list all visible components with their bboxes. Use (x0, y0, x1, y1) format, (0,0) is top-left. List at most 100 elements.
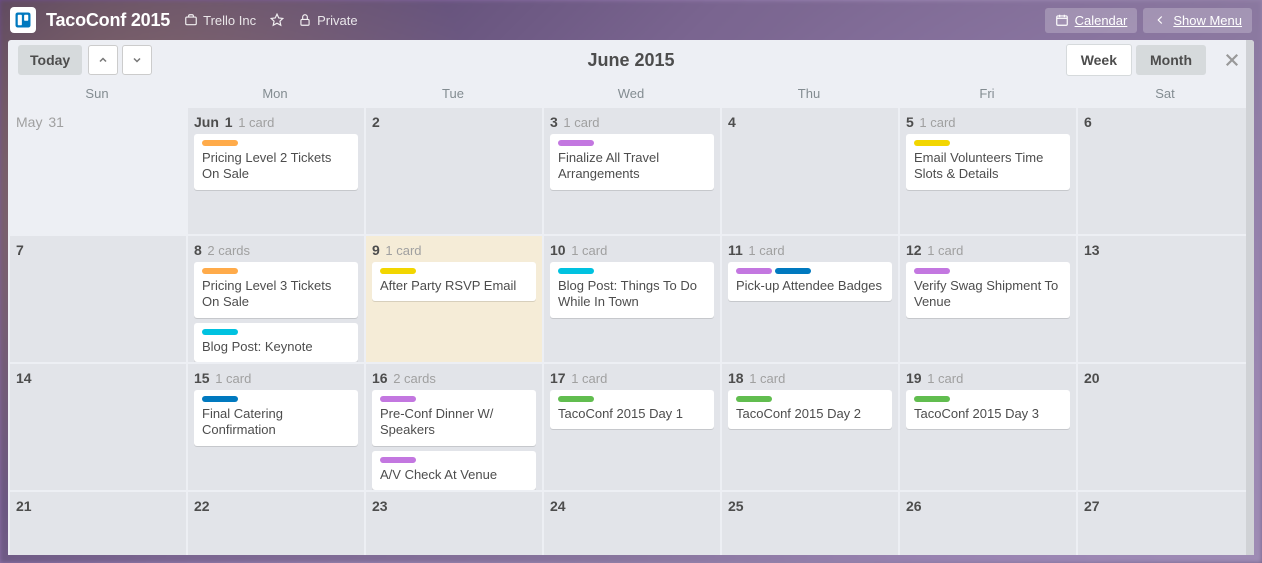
show-menu-label: Show Menu (1173, 13, 1242, 28)
calendar-card[interactable]: Final Catering Confirmation (194, 390, 358, 446)
calendar-cell[interactable]: 20 (1076, 362, 1254, 490)
prev-button[interactable] (88, 45, 118, 75)
card-title: Blog Post: Things To Do While In Town (558, 278, 706, 311)
calendar-cell[interactable]: 7 (8, 234, 186, 362)
card-title: TacoConf 2015 Day 3 (914, 406, 1062, 422)
card-title: After Party RSVP Email (380, 278, 528, 294)
calendar-icon (1055, 13, 1069, 27)
view-month-button[interactable]: Month (1136, 45, 1206, 75)
calendar-cell[interactable]: 10 1 cardBlog Post: Things To Do While I… (542, 234, 720, 362)
card-title: Blog Post: Keynote (202, 339, 350, 355)
calendar-card[interactable]: TacoConf 2015 Day 2 (728, 390, 892, 429)
calendar-card[interactable]: TacoConf 2015 Day 1 (550, 390, 714, 429)
trello-logo-icon[interactable] (10, 7, 36, 33)
calendar-powerup-button[interactable]: Calendar (1045, 8, 1138, 33)
board-title[interactable]: TacoConf 2015 (46, 10, 170, 31)
calendar-cell[interactable]: 14 (8, 362, 186, 490)
calendar-card[interactable]: A/V Check At Venue (372, 451, 536, 490)
card-title: TacoConf 2015 Day 2 (736, 406, 884, 422)
card-labels (558, 268, 706, 274)
calendar-card[interactable]: TacoConf 2015 Day 3 (906, 390, 1070, 429)
calendar-cell[interactable]: 4 (720, 106, 898, 234)
calendar-card[interactable]: Pick-up Attendee Badges (728, 262, 892, 301)
calendar-card[interactable]: Pre-Conf Dinner W/ Speakers (372, 390, 536, 446)
card-title: Pricing Level 2 Tickets On Sale (202, 150, 350, 183)
day-header: Thu (720, 80, 898, 106)
calendar-cell[interactable]: 18 1 cardTacoConf 2015 Day 2 (720, 362, 898, 490)
cell-date: 27 (1084, 498, 1248, 514)
calendar-cell[interactable]: 23 (364, 490, 542, 555)
card-count: 1 card (235, 115, 275, 130)
calendar-card[interactable]: After Party RSVP Email (372, 262, 536, 301)
org-name: Trello Inc (203, 13, 256, 28)
calendar-grid: May 31 Jun 1 1 cardPricing Level 2 Ticket… (8, 106, 1254, 555)
calendar-card[interactable]: Pricing Level 3 Tickets On Sale (194, 262, 358, 318)
calendar-card[interactable]: Verify Swag Shipment To Venue (906, 262, 1070, 318)
calendar-cell[interactable]: 11 1 cardPick-up Attendee Badges (720, 234, 898, 362)
visibility-button[interactable]: Private (298, 13, 357, 28)
board-header: TacoConf 2015 Trello Inc Private Calenda… (0, 0, 1262, 40)
calendar-cell[interactable]: May 31 (8, 106, 186, 234)
card-labels (202, 140, 350, 146)
card-labels (736, 268, 884, 274)
card-title: Pick-up Attendee Badges (736, 278, 884, 294)
label-cyan (202, 329, 238, 335)
calendar-cell[interactable]: 19 1 cardTacoConf 2015 Day 3 (898, 362, 1076, 490)
card-labels (380, 268, 528, 274)
calendar-cell[interactable]: 15 1 cardFinal Catering Confirmation (186, 362, 364, 490)
cell-date: May 31 (16, 114, 180, 130)
visibility-label: Private (317, 13, 357, 28)
calendar-cell[interactable]: 22 (186, 490, 364, 555)
cell-date: 7 (16, 242, 180, 258)
calendar-card[interactable]: Blog Post: Keynote (194, 323, 358, 362)
calendar-cell[interactable]: 3 1 cardFinalize All Travel Arrangements (542, 106, 720, 234)
calendar-card[interactable]: Finalize All Travel Arrangements (550, 134, 714, 190)
calendar-cell[interactable]: 6 (1076, 106, 1254, 234)
calendar-cell[interactable]: 26 (898, 490, 1076, 555)
show-menu-button[interactable]: Show Menu (1143, 8, 1252, 33)
label-purple (914, 268, 950, 274)
close-calendar-button[interactable] (1220, 48, 1244, 72)
card-labels (380, 396, 528, 402)
card-labels (558, 396, 706, 402)
calendar-card[interactable]: Pricing Level 2 Tickets On Sale (194, 134, 358, 190)
org-link[interactable]: Trello Inc (184, 13, 256, 28)
view-week-button[interactable]: Week (1066, 44, 1132, 76)
cell-date: 24 (550, 498, 714, 514)
cell-date: 13 (1084, 242, 1248, 258)
scrollbar[interactable] (1246, 40, 1254, 555)
chevron-down-icon (131, 54, 143, 66)
calendar-cell[interactable]: 16 2 cardsPre-Conf Dinner W/ SpeakersA/V… (364, 362, 542, 490)
calendar-cell[interactable]: 8 2 cardsPricing Level 3 Tickets On Sale… (186, 234, 364, 362)
calendar-cell[interactable]: 9 1 cardAfter Party RSVP Email (364, 234, 542, 362)
calendar-cell[interactable]: 5 1 card Email Volunteers Time Slots & De… (898, 106, 1076, 234)
calendar-card[interactable]: Email Volunteers Time Slots & Details (906, 134, 1070, 190)
calendar-cell[interactable]: Jun 1 1 cardPricing Level 2 Tickets On S… (186, 106, 364, 234)
calendar-card[interactable]: Blog Post: Things To Do While In Town (550, 262, 714, 318)
calendar-cell[interactable]: 12 1 cardVerify Swag Shipment To Venue (898, 234, 1076, 362)
card-title: Email Volunteers Time Slots & Details (914, 150, 1062, 183)
today-button[interactable]: Today (18, 45, 82, 75)
calendar-cell[interactable]: 13 (1076, 234, 1254, 362)
calendar-cell[interactable]: 2 (364, 106, 542, 234)
card-count: 1 card (382, 243, 422, 258)
calendar-button-label: Calendar (1075, 13, 1128, 28)
star-button[interactable] (270, 13, 284, 27)
day-header: Fri (898, 80, 1076, 106)
calendar-toolbar: Today June 2015 Week Month (8, 40, 1254, 80)
cell-date: 14 (16, 370, 180, 386)
calendar-cell[interactable]: 27 (1076, 490, 1254, 555)
label-green (558, 396, 594, 402)
calendar-cell[interactable]: 21 (8, 490, 186, 555)
calendar-cell[interactable]: 17 1 card TacoConf 2015 Day 1 (542, 362, 720, 490)
cell-date: 17 1 card (550, 370, 714, 386)
card-labels (202, 396, 350, 402)
cell-date: 5 1 card (906, 114, 1070, 130)
next-button[interactable] (122, 45, 152, 75)
cell-date: 4 (728, 114, 892, 130)
calendar-cell[interactable]: 25 (720, 490, 898, 555)
card-count: 1 card (568, 371, 608, 386)
label-purple (558, 140, 594, 146)
calendar-cell[interactable]: 24 (542, 490, 720, 555)
card-count: 2 cards (390, 371, 436, 386)
